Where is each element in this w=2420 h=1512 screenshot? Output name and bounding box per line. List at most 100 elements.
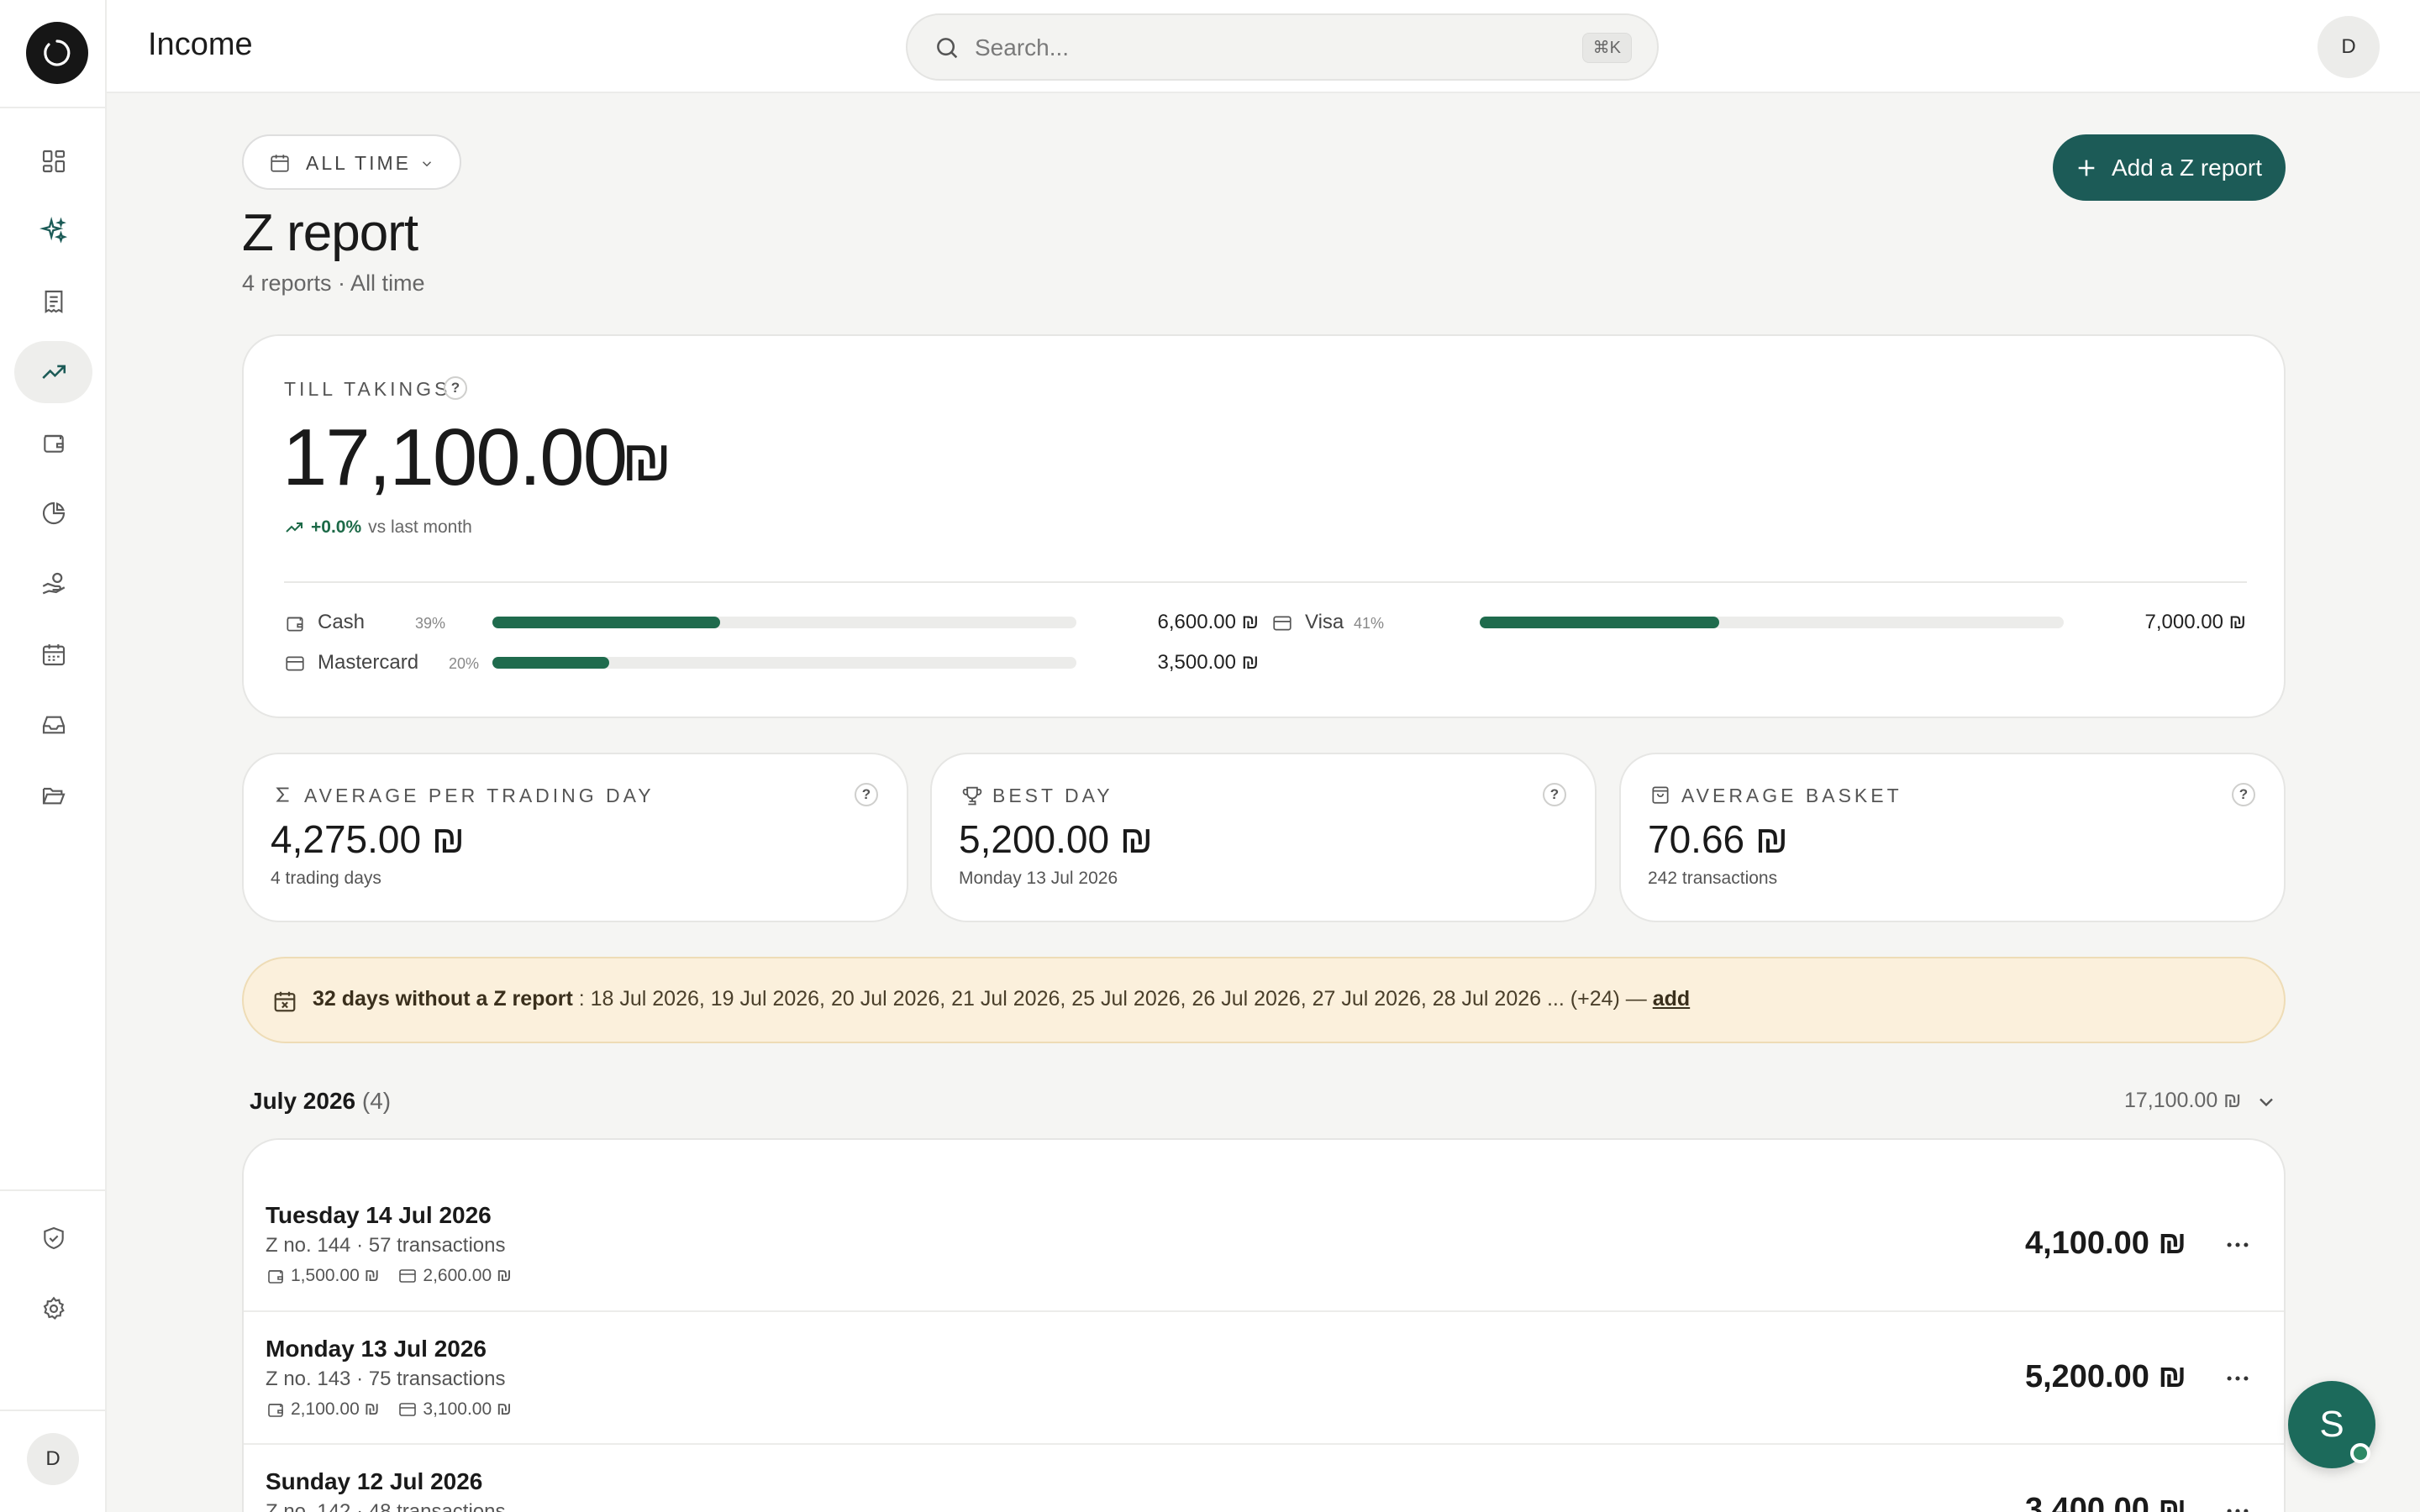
page-title: Z report	[242, 204, 418, 262]
credit-card-icon	[1273, 616, 1292, 631]
sidebar-item-dashboard[interactable]	[14, 130, 92, 192]
hand-coins-icon	[42, 572, 65, 595]
sidebar: D	[0, 0, 107, 1512]
month-name: July 2026	[250, 1088, 356, 1114]
payment-share-fill	[1480, 617, 1719, 628]
payment-method-percent: 39%	[415, 615, 446, 632]
app-logo[interactable]	[26, 22, 88, 84]
user-avatar[interactable]: D	[27, 1433, 79, 1485]
wallet-icon	[287, 617, 303, 632]
payment-method-percent: 41%	[1354, 615, 1385, 632]
sidebar-item-reports[interactable]	[14, 482, 92, 544]
inbox-icon	[42, 716, 65, 734]
z-report-list: Tuesday 14 Jul 2026 Z no. 144 · 57 trans…	[242, 1138, 2286, 1512]
sidebar-item-settings[interactable]	[14, 1278, 92, 1340]
till-takings-card: TILL TAKINGS ? 17,100.00 ₪ +0.0% vs last…	[242, 334, 2286, 718]
plus-icon	[2078, 160, 2095, 176]
report-total: 3,400.00 ₪	[2024, 1492, 2186, 1512]
z-report-row[interactable]: Monday 13 Jul 2026 Z no. 143 · 75 transa…	[244, 1312, 2284, 1445]
trend-up-icon	[286, 522, 302, 533]
report-payment-breakdown: 1,500.00 ₪ 2,600.00 ₪	[266, 1266, 512, 1286]
report-meta: Z no. 142 · 48 transactions	[266, 1500, 506, 1512]
sidebar-item-wallet[interactable]	[14, 412, 92, 474]
more-options-icon[interactable]	[2223, 1497, 2252, 1512]
report-payment-breakdown: 2,100.00 ₪ 3,100.00 ₪	[266, 1399, 512, 1420]
payment-share-bar	[1480, 617, 2064, 628]
sidebar-item-inbox[interactable]	[14, 694, 92, 756]
gear-icon	[43, 1296, 65, 1320]
credit-card-icon	[399, 1403, 417, 1416]
kpi-label: AVERAGE BASKET	[1681, 785, 1902, 806]
report-day: Tuesday 14 Jul 2026	[266, 1202, 492, 1228]
report-meta: Z no. 143 · 75 transactions	[266, 1368, 506, 1390]
report-total: 4,100.00 ₪	[2024, 1226, 2186, 1261]
payment-method-row: Cash 39% 6,600.00 ₪	[284, 609, 1259, 634]
add-missing-report-link[interactable]: add	[1653, 987, 1690, 1011]
date-filter-label: ALL TIME	[306, 152, 411, 174]
payment-method-amount: 3,500.00 ₪	[1157, 651, 1259, 674]
sidebar-item-calendar[interactable]	[14, 623, 92, 685]
sidebar-item-documents[interactable]	[14, 764, 92, 827]
credit-card-icon	[286, 656, 304, 671]
kpi-subtext: Monday 13 Jul 2026	[959, 869, 1118, 888]
search-input[interactable]: Search... ⌘K	[906, 13, 1659, 81]
report-meta: Z no. 144 · 57 transactions	[266, 1234, 506, 1257]
add-z-report-button[interactable]: Add a Z report	[2053, 134, 2286, 201]
till-takings-currency: ₪	[622, 428, 672, 493]
payment-method-amount: 7,000.00 ₪	[2144, 611, 2246, 633]
trophy-icon	[962, 786, 982, 806]
payment-method-percent: 20%	[449, 655, 480, 672]
help-icon[interactable]: ?	[855, 783, 878, 806]
sidebar-item-payments[interactable]	[14, 553, 92, 615]
chevron-down-icon[interactable]	[2254, 1090, 2278, 1114]
missing-reports-count: 32 days without a Z report	[313, 987, 573, 1011]
payment-method-amount: 6,600.00 ₪	[1157, 611, 1259, 633]
sidebar-item-security[interactable]	[14, 1207, 92, 1269]
more-options-icon[interactable]	[2223, 1364, 2252, 1393]
folder-icon	[42, 787, 66, 805]
sparkles-icon	[39, 217, 67, 244]
missing-reports-dates: : 18 Jul 2026, 19 Jul 2026, 20 Jul 2026,…	[572, 987, 1653, 1011]
calendar-icon	[42, 644, 65, 666]
payment-method-row: Mastercard 20% 3,500.00 ₪	[284, 649, 1259, 675]
kpi-subtext: 242 transactions	[1648, 869, 1778, 888]
payment-share-fill	[492, 617, 721, 628]
z-report-row[interactable]: Tuesday 14 Jul 2026 Z no. 144 · 57 trans…	[244, 1140, 2284, 1312]
report-card-amount: 2,600.00 ₪	[423, 1266, 512, 1285]
report-cash-amount: 2,100.00 ₪	[291, 1399, 380, 1419]
sigma-icon	[276, 787, 289, 802]
sidebar-item-ai[interactable]	[14, 200, 92, 262]
till-takings-label: TILL TAKINGS	[284, 378, 451, 400]
help-icon[interactable]: ?	[1543, 783, 1566, 806]
grid-icon	[42, 150, 65, 173]
search-placeholder: Search...	[975, 34, 1070, 60]
z-report-row[interactable]: Sunday 12 Jul 2026 Z no. 142 · 48 transa…	[244, 1445, 2284, 1512]
sidebar-item-income[interactable]	[14, 341, 92, 403]
divider	[0, 1189, 107, 1191]
account-avatar[interactable]: D	[2317, 16, 2380, 78]
report-card-amount: 3,100.00 ₪	[423, 1399, 512, 1419]
divider	[0, 1410, 107, 1411]
kpi-label: BEST DAY	[992, 785, 1113, 806]
missing-reports-banner: 32 days without a Z report : 18 Jul 2026…	[242, 957, 2286, 1043]
report-total: 5,200.00 ₪	[2024, 1359, 2186, 1394]
add-z-report-label: Add a Z report	[2112, 155, 2262, 181]
kpi-value: 5,200.00 ₪	[959, 817, 1153, 861]
pie-chart-icon	[42, 501, 65, 525]
payment-share-bar	[492, 657, 1076, 669]
help-icon[interactable]: ?	[444, 376, 467, 400]
sidebar-item-invoices[interactable]	[14, 270, 92, 333]
kpi-card-average-basket: AVERAGE BASKET ? 70.66 ₪ 242 transaction…	[1619, 753, 2286, 922]
date-range-filter[interactable]: ALL TIME	[242, 134, 461, 190]
more-options-icon[interactable]	[2223, 1231, 2252, 1259]
calendar-x-icon	[274, 991, 296, 1012]
help-icon[interactable]: ?	[2232, 783, 2255, 806]
month-report-count: (4)	[355, 1088, 392, 1114]
missing-reports-text: 32 days without a Z report : 18 Jul 2026…	[313, 987, 1690, 1011]
month-group-title[interactable]: July 2026 (4)	[250, 1088, 391, 1115]
report-day: Monday 13 Jul 2026	[266, 1336, 487, 1362]
top-bar: Income Search... ⌘K D	[107, 0, 2420, 93]
online-status-dot	[2350, 1443, 2370, 1463]
kpi-card-best-day: BEST DAY ? 5,200.00 ₪ Monday 13 Jul 2026	[930, 753, 1597, 922]
divider	[284, 581, 2247, 583]
